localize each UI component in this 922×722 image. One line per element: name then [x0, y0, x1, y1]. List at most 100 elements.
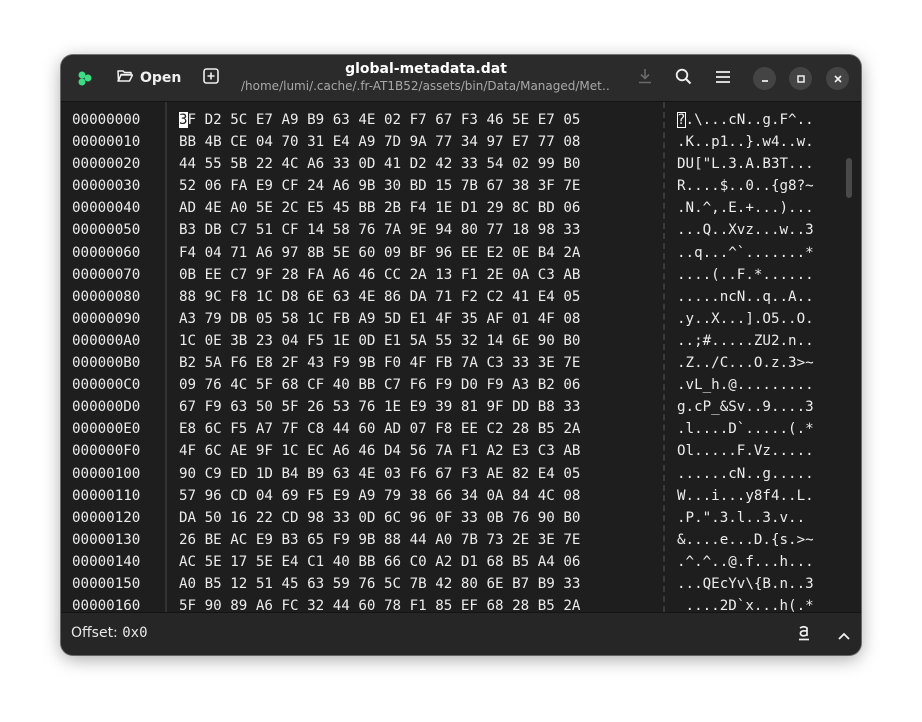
offset-separator	[165, 102, 167, 612]
hex-row[interactable]: F4 04 71 A6 97 8B 5E 60 09 BF 96 EE E2 0…	[179, 242, 659, 264]
ascii-row[interactable]: DU["L.3.A.B3T...	[677, 153, 837, 175]
hex-row[interactable]: 09 76 4C 5F 68 CF 40 BB C7 F6 F9 D0 F9 A…	[179, 374, 659, 396]
menu-icon	[715, 69, 731, 88]
hex-row[interactable]: 1C 0E 3B 23 04 F5 1E 0D E1 5A 55 32 14 6…	[179, 330, 659, 352]
hex-row[interactable]: A3 79 DB 05 58 1C FB A9 5D E1 4F 35 AF 0…	[179, 308, 659, 330]
offset-cell: 000000C0	[72, 377, 141, 394]
ascii-row[interactable]: .^.^..@.f...h...	[677, 551, 837, 573]
ascii-row[interactable]: g.cP_&Sv..9....3	[677, 396, 837, 418]
offset-cell: 00000120	[72, 509, 141, 526]
close-button[interactable]	[826, 67, 849, 90]
new-tab-icon	[203, 68, 219, 88]
offset-cell: 00000020	[72, 156, 141, 173]
ascii-column[interactable]: ?.\...cN..g.F^.. .K..p1..}.w4..w. DU["L.3.…	[677, 109, 837, 612]
ascii-row[interactable]: W...i...y8f4..L.	[677, 485, 837, 507]
ascii-row[interactable]: ...QEcYv\{B.n..3	[677, 573, 837, 595]
offset-cell: 00000110	[72, 487, 141, 504]
hex-row[interactable]: 0B EE C7 9F 28 FA A6 46 CC 2A 13 F1 2E 0…	[179, 264, 659, 286]
offset-value: 0x0	[122, 625, 148, 641]
offset-cell: 00000090	[72, 310, 141, 327]
ascii-row[interactable]: .l....D`.....(.*	[677, 418, 837, 440]
encoding-button[interactable]	[791, 622, 817, 648]
hex-row[interactable]: A0 B5 12 51 45 63 59 76 5C 7B 42 80 6E B…	[179, 573, 659, 595]
maximize-icon	[796, 69, 806, 88]
offset-cell: 00000040	[72, 200, 141, 217]
offset-indicator: Offset: 0x0	[71, 625, 148, 641]
offset-cell: 00000140	[72, 553, 141, 570]
hex-row[interactable]: 4F 6C AE 9F 1C EC A6 46 D4 56 7A F1 A2 E…	[179, 440, 659, 462]
new-tab-button[interactable]	[197, 64, 225, 92]
ascii-row[interactable]: Ol.....F.Vz.....	[677, 440, 837, 462]
hex-row[interactable]: 88 9C F8 1C D8 6E 63 4E 86 DA 71 F2 C2 4…	[179, 286, 659, 308]
ascii-row[interactable]: R....$..0..{g8?~	[677, 175, 837, 197]
open-button-label: Open	[140, 70, 182, 86]
offset-cell: 000000D0	[72, 399, 141, 416]
hex-row[interactable]: AC 5E 17 5E E4 C1 40 BB 66 C0 A2 D1 68 B…	[179, 551, 659, 573]
minimize-button[interactable]	[753, 67, 776, 90]
ascii-row[interactable]: .vL_h.@.........	[677, 374, 837, 396]
ascii-row[interactable]: _....2D`x...h(.*	[677, 595, 837, 612]
offset-cell: 00000010	[72, 134, 141, 151]
search-button[interactable]	[669, 64, 697, 92]
offset-cell: 000000F0	[72, 443, 141, 460]
ascii-row[interactable]: &....e...D.{s.>~	[677, 529, 837, 551]
minimize-icon	[760, 69, 770, 88]
ascii-row[interactable]: ..;#.....ZU2.n..	[677, 330, 837, 352]
save-button[interactable]	[631, 64, 659, 92]
ascii-row[interactable]: .Z../C...O.z.3>~	[677, 352, 837, 374]
hex-row[interactable]: 57 96 CD 04 69 F5 E9 A9 79 38 66 34 0A 8…	[179, 485, 659, 507]
offset-cell: 000000E0	[72, 421, 141, 438]
ascii-row[interactable]: .y..X...].O5..O.	[677, 308, 837, 330]
offset-cell: 00000150	[72, 575, 141, 592]
offset-cell: 00000160	[72, 598, 141, 612]
offset-cell: 00000000	[72, 112, 141, 128]
ascii-row[interactable]: .P.".3.l..3.v..	[677, 507, 837, 529]
close-icon	[833, 69, 843, 88]
hex-row-rest: F D2 5C E7 A9 B9 63 4E 02 F7 67 F3 46 5E…	[187, 112, 581, 128]
hex-row[interactable]: B3 DB C7 51 CF 14 58 76 7A 9E 94 80 77 1…	[179, 219, 659, 241]
hex-row[interactable]: AD 4E A0 5E 2C E5 45 BB 2B F4 1E D1 29 8…	[179, 197, 659, 219]
hex-view[interactable]: 00000000 00000010 00000020 00000030 00000040…	[61, 102, 861, 612]
search-icon	[675, 68, 692, 89]
hex-row[interactable]: 67 F9 63 50 5F 26 53 76 1E E9 39 81 9F D…	[179, 396, 659, 418]
offset-cell: 00000070	[72, 266, 141, 283]
main-menu-button[interactable]	[709, 64, 737, 92]
ascii-cursor: ?	[677, 112, 686, 128]
ascii-row[interactable]: ......cN..g.....	[677, 463, 837, 485]
hex-row[interactable]: E8 6C F5 A7 7F C8 44 60 AD 07 F8 EE C2 2…	[179, 418, 659, 440]
maximize-button[interactable]	[789, 67, 812, 90]
ascii-row[interactable]: ?.\...cN..g.F^..	[677, 109, 837, 131]
hex-column[interactable]: 3F D2 5C E7 A9 B9 63 4E 02 F7 67 F3 46 5…	[179, 109, 659, 612]
ascii-row[interactable]: ..q...^`.......*	[677, 242, 837, 264]
offset-cell: 000000B0	[72, 355, 141, 372]
ascii-row[interactable]: ...Q..Xvz...w..3	[677, 219, 837, 241]
ascii-row[interactable]: .N.^,.E.+...)...	[677, 197, 837, 219]
open-button[interactable]: Open	[109, 64, 189, 92]
offset-cell: 00000050	[72, 222, 141, 239]
ascii-row[interactable]: .K..p1..}.w4..w.	[677, 131, 837, 153]
hex-row[interactable]: 3F D2 5C E7 A9 B9 63 4E 02 F7 67 F3 46 5…	[179, 109, 659, 131]
offset-column: 00000000 00000010 00000020 00000030 00000040…	[72, 109, 166, 612]
file-path-subtitle: /home/lumi/.cache/.fr-AT1B52/assets/bin/…	[241, 79, 611, 93]
hex-row[interactable]: BB 4B CE 04 70 31 E4 A9 7D 9A 77 34 97 E…	[179, 131, 659, 153]
hex-editor-window: Open global-metadata.dat /home/lumi/.cac…	[61, 55, 861, 655]
hex-row[interactable]: 26 BE AC E9 B3 65 F9 9B 88 44 A0 7B 73 2…	[179, 529, 659, 551]
hex-row[interactable]: DA 50 16 22 CD 98 33 0D 6C 96 0F 33 0B 7…	[179, 507, 659, 529]
offset-label: Offset:	[71, 625, 123, 641]
ascii-row[interactable]: .....ncN..q..A..	[677, 286, 837, 308]
offset-cell: 00000030	[72, 178, 141, 195]
vertical-scrollbar[interactable]	[846, 158, 852, 198]
offset-cell: 00000060	[72, 244, 141, 261]
hex-row[interactable]: 5F 90 89 A6 FC 32 44 60 78 F1 85 EF 68 2…	[179, 595, 659, 612]
hex-row[interactable]: 90 C9 ED 1D B4 B9 63 4E 03 F6 67 F3 AE 8…	[179, 463, 659, 485]
hex-row[interactable]: 44 55 5B 22 4C A6 33 0D 41 D2 42 33 54 0…	[179, 153, 659, 175]
app-icon[interactable]	[71, 64, 99, 92]
hex-row[interactable]: B2 5A F6 E8 2F 43 F9 9B F0 4F FB 7A C3 3…	[179, 352, 659, 374]
character-encoding-icon	[796, 624, 812, 646]
hex-row[interactable]: 52 06 FA E9 CF 24 A6 9B 30 BD 15 7B 67 3…	[179, 175, 659, 197]
expand-button[interactable]	[831, 622, 857, 648]
chevron-up-icon	[837, 626, 851, 645]
ascii-separator	[663, 102, 665, 612]
ascii-row[interactable]: ....(..F.*......	[677, 264, 837, 286]
folder-open-icon	[117, 69, 140, 87]
